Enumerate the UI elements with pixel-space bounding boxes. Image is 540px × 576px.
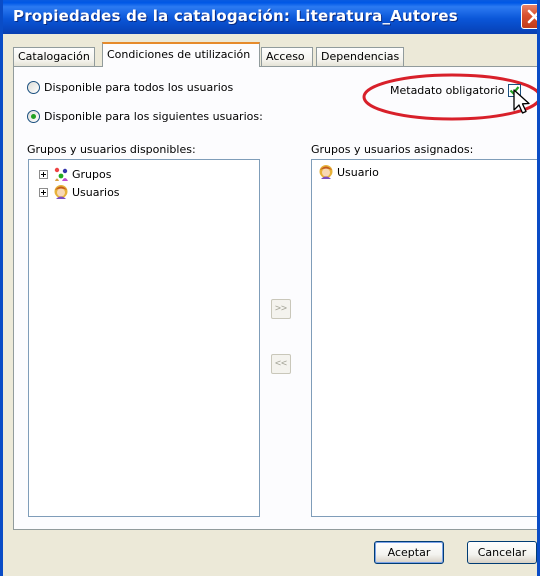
radio-all-users-label: Disponible para todos los usuarios xyxy=(44,81,234,94)
expand-icon[interactable] xyxy=(39,187,48,197)
mouse-cursor-icon xyxy=(513,89,530,114)
available-list-header: Grupos y usuarios disponibles: xyxy=(27,143,196,156)
tab-label: Acceso xyxy=(266,50,305,63)
tree-item-label: Usuarios xyxy=(72,185,120,199)
tab-label: Dependencias xyxy=(321,50,400,63)
user-icon xyxy=(319,165,333,179)
ok-button[interactable]: Aceptar xyxy=(374,541,444,564)
window-title: Propiedades de la catalogación: Literatu… xyxy=(13,7,458,25)
title-bar[interactable]: Propiedades de la catalogación: Literatu… xyxy=(3,0,537,34)
tab-condiciones[interactable]: Condiciones de utilización xyxy=(102,42,260,67)
expand-icon[interactable] xyxy=(39,169,48,179)
remove-selected-button[interactable]: << xyxy=(271,354,291,374)
available-listbox[interactable]: Grupos Usuarios xyxy=(28,159,260,517)
radio-all-users[interactable]: Disponible para todos los usuarios xyxy=(27,81,233,94)
radio-some-users-label: Disponible para los siguientes usuarios: xyxy=(44,110,263,123)
users-icon xyxy=(54,185,68,199)
list-item-label: Usuario xyxy=(337,165,379,179)
tab-catalogacion[interactable]: Catalogación xyxy=(13,47,95,66)
tree-item-users[interactable]: Usuarios xyxy=(39,184,120,200)
tree-item-groups[interactable]: Grupos xyxy=(39,166,111,182)
list-item-user[interactable]: Usuario xyxy=(318,164,379,180)
mandatory-metadata-label: Metadato obligatorio xyxy=(390,84,505,97)
mandatory-metadata[interactable]: Metadato obligatorio xyxy=(390,84,522,97)
close-button[interactable] xyxy=(521,4,537,29)
assigned-listbox[interactable]: Usuario xyxy=(311,159,537,517)
assigned-list-header: Grupos y usuarios asignados: xyxy=(311,143,474,156)
dialog-window: Propiedades de la catalogación: Literatu… xyxy=(0,0,540,576)
close-icon xyxy=(527,9,537,24)
tab-label: Catalogación xyxy=(18,50,90,63)
tab-acceso[interactable]: Acceso xyxy=(261,47,313,66)
radio-button[interactable] xyxy=(27,110,40,123)
tab-label: Condiciones de utilización xyxy=(107,48,251,61)
groups-icon xyxy=(54,167,68,181)
cancel-button[interactable]: Cancelar xyxy=(467,541,537,564)
radio-some-users[interactable]: Disponible para los siguientes usuarios: xyxy=(27,110,263,123)
tab-dependencias[interactable]: Dependencias xyxy=(316,47,404,66)
add-selected-button[interactable]: >> xyxy=(271,299,291,319)
tree-item-label: Grupos xyxy=(72,167,112,181)
radio-button[interactable] xyxy=(27,81,40,94)
tab-panel: Disponible para todos los usuarios Dispo… xyxy=(13,66,537,530)
